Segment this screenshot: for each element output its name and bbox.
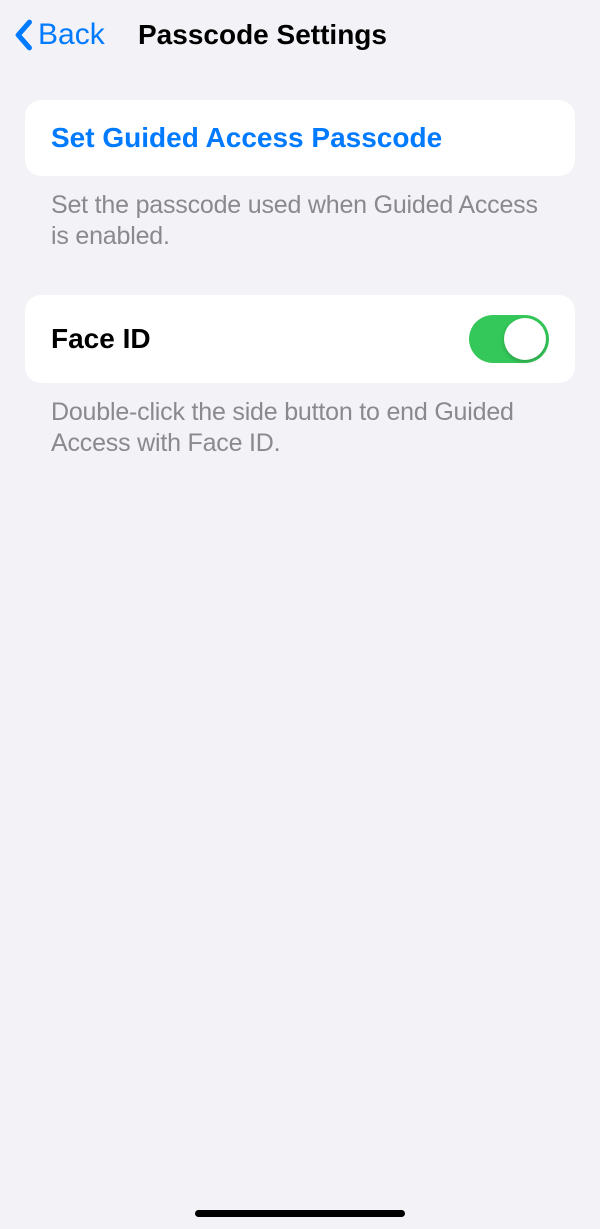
faceid-label: Face ID: [51, 323, 151, 355]
faceid-section-footer: Double-click the side button to end Guid…: [25, 383, 575, 460]
set-passcode-label: Set Guided Access Passcode: [51, 122, 442, 154]
set-passcode-row[interactable]: Set Guided Access Passcode: [25, 100, 575, 176]
faceid-section: Face ID: [25, 295, 575, 383]
chevron-left-icon: [12, 19, 34, 51]
passcode-section: Set Guided Access Passcode: [25, 100, 575, 176]
faceid-row: Face ID: [25, 295, 575, 383]
navigation-bar: Back Passcode Settings: [0, 0, 600, 70]
page-title: Passcode Settings: [138, 19, 387, 51]
passcode-section-footer: Set the passcode used when Guided Access…: [25, 176, 575, 253]
back-label: Back: [38, 18, 105, 52]
back-button[interactable]: Back: [12, 18, 105, 52]
content-area: Set Guided Access Passcode Set the passc…: [0, 70, 600, 459]
toggle-knob: [504, 318, 546, 360]
faceid-toggle[interactable]: [469, 315, 549, 363]
home-indicator[interactable]: [195, 1210, 405, 1217]
